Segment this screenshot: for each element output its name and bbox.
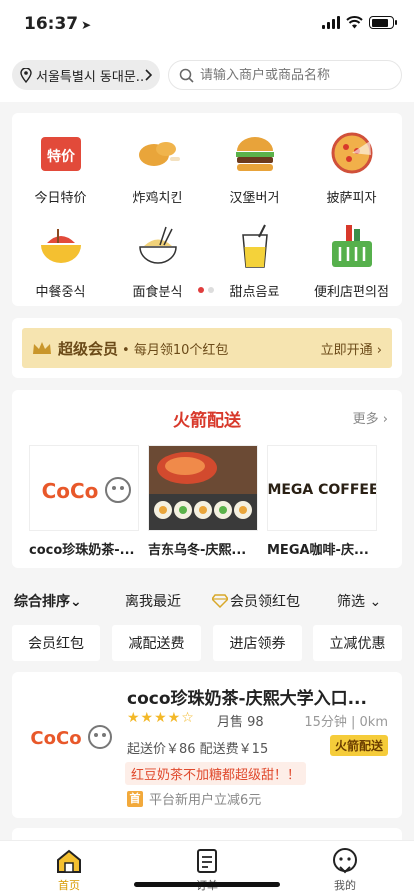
status-bar: 16:37 ➤ <box>0 0 414 50</box>
category-label: 披萨피자 <box>326 191 377 206</box>
drink-icon <box>229 221 281 273</box>
chinese-food-icon <box>35 221 87 273</box>
shop-logo: CoCo <box>29 445 139 531</box>
tab-label: 首页 <box>58 879 80 892</box>
shop-logo: CoCo <box>22 692 117 782</box>
min-order-fee: 起送价￥86 配送费￥15 <box>127 742 269 757</box>
tab-home[interactable]: 首页 <box>29 847 109 893</box>
chevron-right-icon <box>145 69 152 81</box>
crown-icon <box>33 342 51 354</box>
svg-text:特价: 特价 <box>47 148 76 165</box>
category-label: 炸鸡치킨 <box>132 191 183 206</box>
search-box[interactable] <box>168 60 402 90</box>
orders-icon <box>193 847 221 875</box>
sort-bar: 综合排序⌄ 离我最近 会员领红包 筛选 ⌄ <box>0 580 414 620</box>
chip-instant-discount[interactable]: 立减优惠 <box>313 625 402 661</box>
wifi-icon <box>346 16 363 29</box>
filter-chips: 会员红包 减配送费 进店领券 立减优惠 <box>0 625 414 661</box>
category-daily-deal[interactable]: 特价 今日特价 <box>12 127 109 206</box>
category-label: 甜点음료 <box>229 285 280 300</box>
chip-store-coupon[interactable]: 进店领券 <box>213 625 302 661</box>
featured-shop[interactable]: 吉东乌冬-庆熙... <box>148 445 258 558</box>
shop-promo-text: 红豆奶茶不加糖都超级甜！！ <box>125 762 307 785</box>
shop-name: MEGA咖啡-庆... <box>267 543 369 558</box>
search-icon <box>179 68 194 83</box>
member-desc: • 每月领10个红包 <box>122 342 229 358</box>
shop-photo <box>148 445 258 531</box>
profile-icon <box>331 847 359 875</box>
shop-logo: MEGA COFFEE <box>267 445 377 531</box>
category-label: 今日特价 <box>34 191 87 206</box>
signal-icon <box>322 16 340 29</box>
svg-text:CoCo: CoCo <box>30 728 81 749</box>
page-indicator <box>198 287 214 293</box>
daily-deal-icon: 特价 <box>35 127 87 179</box>
featured-shop[interactable]: CoCo coco珍珠奶茶-... <box>29 445 139 558</box>
first-order-icon: 首 <box>127 790 143 807</box>
location-text: 서울특별시 동대문... <box>36 69 144 85</box>
clock: 16:37 ➤ <box>24 14 92 34</box>
category-convenience[interactable]: 便利店편의점 <box>303 221 400 300</box>
section-title: 火箭配送 <box>173 411 241 431</box>
top-bar: 서울특별시 동대문... <box>0 50 414 102</box>
category-pizza[interactable]: 披萨피자 <box>303 127 400 206</box>
rating-stars: ★★★★☆ <box>127 710 195 726</box>
search-input[interactable] <box>200 67 390 83</box>
delivery-time-distance: 15分钟 | 0km <box>304 715 388 730</box>
category-fried-chicken[interactable]: 炸鸡치킨 <box>109 127 206 206</box>
category-grid: 特价 今日特价 炸鸡치킨 汉堡버거 披萨피자 中餐중식 面食분식 甜点음료 便利… <box>12 113 402 306</box>
location-arrow-icon: ➤ <box>81 18 92 32</box>
rocket-delivery-section: 火箭配送 更多 › CoCo coco珍珠奶茶-... 吉东乌冬-庆熙... M… <box>12 390 402 568</box>
chip-reduced-delivery[interactable]: 减配送费 <box>112 625 201 661</box>
featured-shop[interactable]: MEGA COFFEE MEGA咖啡-庆... <box>267 445 377 558</box>
svg-text:MEGA COFFEE: MEGA COFFEE <box>268 482 377 498</box>
home-indicator <box>134 882 280 887</box>
category-label: 中餐중식 <box>35 285 86 300</box>
more-link[interactable]: 更多 › <box>353 408 388 427</box>
super-member-banner[interactable]: 超级会员 • 每月领10个红包 立即开通 › <box>22 328 392 368</box>
battery-icon <box>369 16 397 29</box>
rocket-delivery-badge: 火箭配送 <box>329 735 388 756</box>
category-label: 汉堡버거 <box>229 191 280 206</box>
monthly-sales: 月售 98 <box>217 715 264 730</box>
sort-comprehensive[interactable]: 综合排序⌄ <box>14 591 82 611</box>
tab-bar: 首页 订单 我的 <box>0 840 414 896</box>
sort-member-coupon-label: 会员领红包 <box>230 594 300 610</box>
member-banner-card: 超级会员 • 每月领10个红包 立即开通 › <box>12 318 402 378</box>
member-title: 超级会员 <box>58 339 119 358</box>
chip-member-redpacket[interactable]: 会员红包 <box>12 625 100 661</box>
category-chinese[interactable]: 中餐중식 <box>12 221 109 300</box>
tab-me[interactable]: 我的 <box>305 847 385 893</box>
category-label: 便利店편의점 <box>314 285 389 300</box>
activate-member-button[interactable]: 立即开通 › <box>321 339 382 358</box>
noodle-icon <box>132 221 184 273</box>
new-user-discount: 首平台新用户立减6元 <box>127 789 261 808</box>
category-noodles[interactable]: 面食분식 <box>109 221 206 300</box>
pizza-icon <box>326 127 378 179</box>
shop-name: coco珍珠奶茶-庆熙大学入口... <box>127 689 367 709</box>
shop-card[interactable]: CoCo coco珍珠奶茶-庆熙大学入口... ★★★★☆ 月售 98 15分钟… <box>12 672 402 818</box>
location-selector[interactable]: 서울특별시 동대문... <box>12 60 160 90</box>
map-pin-icon <box>20 67 32 83</box>
svg-text:CoCo: CoCo <box>42 479 99 503</box>
basket-icon <box>326 221 378 273</box>
diamond-icon <box>212 594 228 608</box>
burger-icon <box>229 127 281 179</box>
shop-name: 吉东乌冬-庆熙... <box>148 543 247 558</box>
sort-member-coupon[interactable]: 会员领红包 <box>212 591 300 611</box>
filter-button[interactable]: 筛选 ⌄ <box>337 591 381 611</box>
sort-nearest[interactable]: 离我最近 <box>125 591 181 611</box>
category-label: 面食분식 <box>132 285 183 300</box>
new-user-discount-text: 平台新用户立减6元 <box>149 793 262 808</box>
category-drinks[interactable]: 甜点음료 <box>206 221 303 300</box>
fried-chicken-icon <box>132 127 184 179</box>
tab-label: 我的 <box>334 879 356 892</box>
category-burger[interactable]: 汉堡버거 <box>206 127 303 206</box>
home-icon <box>55 847 83 875</box>
shop-name: coco珍珠奶茶-... <box>29 543 135 558</box>
